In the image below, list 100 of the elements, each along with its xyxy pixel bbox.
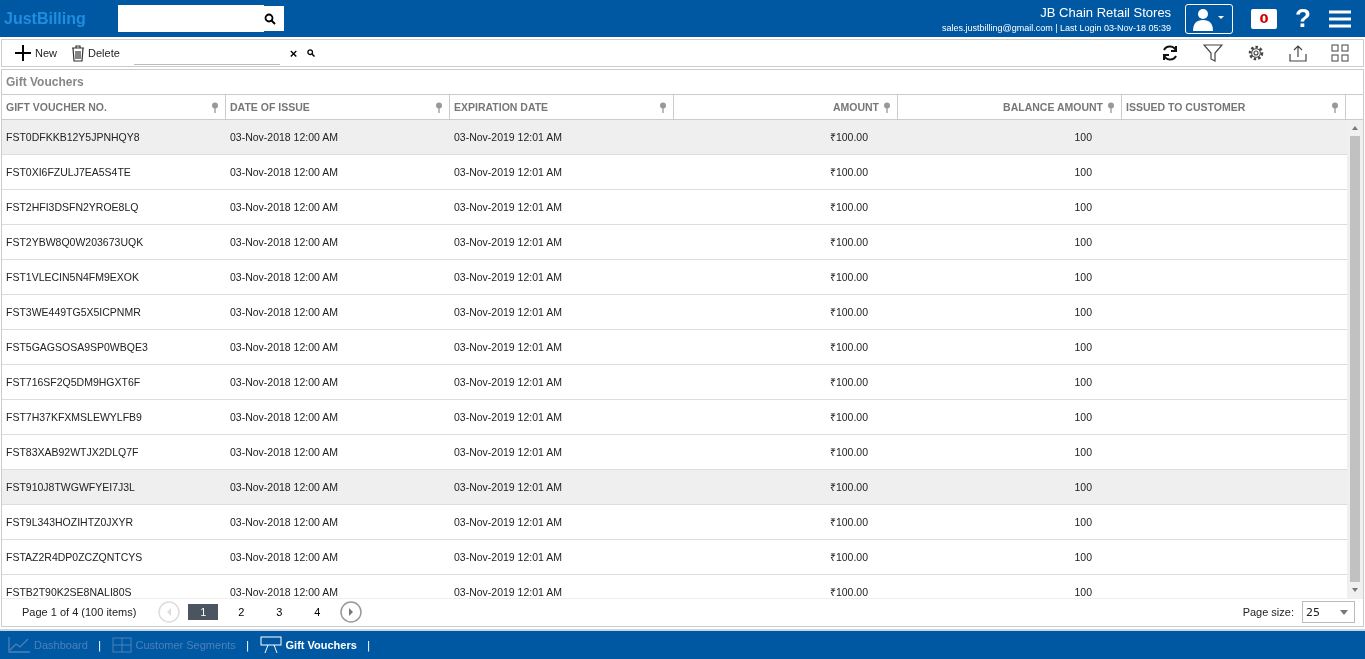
search-icon[interactable] (307, 49, 316, 57)
filter-icon[interactable] (1203, 44, 1223, 62)
page-button[interactable]: 4 (302, 604, 333, 620)
separator: | (366, 638, 371, 652)
table-cell: 03-Nov-2018 12:00 AM (230, 306, 338, 318)
table-cell: 03-Nov-2018 12:00 AM (230, 516, 338, 528)
table-cell: 03-Nov-2019 12:01 AM (454, 131, 562, 143)
help-button[interactable]: ? (1287, 3, 1319, 34)
table-cell: 100 (1074, 166, 1092, 178)
pin-icon[interactable] (435, 101, 443, 113)
column-header[interactable]: ISSUED TO CUSTOMER (1122, 95, 1346, 119)
table-cell: ₹100.00 (829, 410, 868, 424)
page-size-label: Page size: (1242, 606, 1294, 618)
next-page-icon[interactable] (340, 601, 363, 623)
menu-icon[interactable] (1329, 9, 1351, 28)
company-name: JB Chain Retail Stores (1039, 4, 1172, 20)
page-button[interactable]: 2 (226, 604, 257, 620)
table-row[interactable]: FST910J8TWGWFYEI7J3L 03-Nov-2018 12:00 AM 03-Nov-2019 12:01 AM ₹100.00 100 (2, 470, 1347, 505)
table-cell: 03-Nov-2019 12:01 AM (454, 271, 562, 283)
separator: | (245, 638, 250, 652)
chart-icon (8, 637, 30, 653)
table-cell: FST2YBW8Q0W203673UQK (6, 236, 144, 248)
export-icon[interactable] (1289, 44, 1307, 62)
table-cell: ₹100.00 (829, 130, 868, 144)
table-cell: 03-Nov-2019 12:01 AM (454, 341, 562, 353)
table-cell: ₹100.00 (829, 375, 868, 389)
table-cell: FSTAZ2R4DP0ZCZQNTCYS (6, 551, 143, 563)
table-cell: 03-Nov-2019 12:01 AM (454, 516, 562, 528)
separator: | (97, 638, 102, 652)
table-cell: 100 (1074, 481, 1092, 493)
table-cell: FST3WE449TG5X5ICPNMR (6, 306, 141, 318)
table-cell: 100 (1074, 551, 1092, 563)
table-cell: 03-Nov-2018 12:00 AM (230, 481, 338, 493)
table-cell: 100 (1074, 271, 1092, 283)
table-cell: 03-Nov-2019 12:01 AM (454, 551, 562, 563)
table-cell: ₹100.00 (829, 165, 868, 179)
table-cell: 100 (1074, 306, 1092, 318)
table-cell: 03-Nov-2019 12:01 AM (454, 201, 562, 213)
table-cell: ₹100.00 (829, 550, 868, 564)
table-cell: ₹100.00 (829, 235, 868, 249)
table-cell: 03-Nov-2019 12:01 AM (454, 376, 562, 388)
table-cell: 03-Nov-2018 12:00 AM (230, 376, 338, 388)
user-menu-button[interactable] (1185, 3, 1234, 34)
settings-icon[interactable] (1247, 44, 1265, 62)
table-cell: 03-Nov-2018 12:00 AM (230, 201, 338, 213)
column-header[interactable]: EXPIRATION DATE (450, 95, 674, 119)
refresh-icon[interactable] (1161, 44, 1179, 62)
table-cell: 03-Nov-2018 12:00 AM (230, 446, 338, 458)
page-button[interactable]: 3 (264, 604, 295, 620)
trash-icon (71, 44, 85, 62)
notification-badge[interactable]: 0 (1251, 8, 1278, 29)
table-cell: 03-Nov-2019 12:01 AM (454, 166, 562, 178)
login-info: sales.justbilling@gmail.com | Last Login 03-Nov-18 05:39 (942, 22, 1172, 33)
table-cell: 03-Nov-2018 12:00 AM (230, 411, 338, 423)
table-cell: 100 (1074, 201, 1092, 213)
table-cell: 03-Nov-2019 12:01 AM (454, 586, 562, 598)
footer-tab[interactable]: Gift Vouchers (259, 636, 357, 654)
page-summary: Page 1 of 4 (100 items) (22, 606, 137, 618)
column-header[interactable]: GIFT VOUCHER NO. (2, 95, 226, 119)
table-cell: 03-Nov-2019 12:01 AM (454, 236, 562, 248)
pin-icon[interactable] (659, 101, 667, 113)
table-cell: FST9L343HOZIHTZ0JXYR (6, 516, 134, 528)
table-cell: 100 (1074, 446, 1092, 458)
grid-icon (111, 637, 132, 653)
search-icon[interactable] (264, 12, 276, 25)
table-cell: FST83XAB92WTJX2DLQ7F (6, 446, 139, 458)
table-cell: FSTB2T90K2SE8NALI80S (6, 586, 132, 598)
grid-title: Gift Vouchers (5, 74, 85, 91)
pin-icon[interactable] (1331, 101, 1339, 113)
page-button[interactable]: 1 (188, 604, 219, 620)
table-cell: ₹100.00 (829, 480, 868, 494)
table-cell: 03-Nov-2019 12:01 AM (454, 481, 562, 493)
pin-icon[interactable] (1107, 101, 1115, 113)
table-cell: FST7H37KFXMSLEWYLFB9 (6, 411, 142, 423)
table-cell: 03-Nov-2019 12:01 AM (454, 306, 562, 318)
table-cell: ₹100.00 (829, 445, 868, 459)
new-button[interactable]: New (10, 44, 61, 62)
table-cell: 03-Nov-2018 12:00 AM (230, 166, 338, 178)
table-cell: ₹100.00 (829, 585, 868, 598)
column-header[interactable]: BALANCE AMOUNT (898, 95, 1122, 119)
table-cell: 03-Nov-2018 12:00 AM (230, 131, 338, 143)
column-header[interactable]: AMOUNT (674, 95, 898, 119)
delete-button[interactable]: Delete (67, 44, 124, 62)
pin-icon[interactable] (211, 101, 219, 113)
grid-icon[interactable] (1331, 44, 1349, 62)
clear-button[interactable]: × (285, 45, 302, 61)
page-size-dropdown[interactable]: 25 (1302, 601, 1355, 623)
pin-icon[interactable] (883, 101, 891, 113)
table-cell: 03-Nov-2019 12:01 AM (454, 446, 562, 458)
table-cell: 100 (1074, 341, 1092, 353)
search-field[interactable] (118, 6, 284, 31)
table-cell: 100 (1074, 411, 1092, 423)
table-cell: FST5GAGSOSA9SP0WBQE3 (6, 341, 148, 353)
column-header[interactable]: DATE OF ISSUE (226, 95, 450, 119)
table-cell: ₹100.00 (829, 305, 868, 319)
table-cell: ₹100.00 (829, 270, 868, 284)
table-cell: 100 (1074, 586, 1092, 598)
table-cell: FST2HFI3DSFN2YROE8LQ (6, 201, 139, 213)
table-row[interactable]: FST0DFKKB12Y5JPNHQY8 03-Nov-2018 12:00 AM 03-Nov-2019 12:01 AM ₹100.00 100 (2, 120, 1347, 155)
table-cell: 03-Nov-2018 12:00 AM (230, 551, 338, 563)
